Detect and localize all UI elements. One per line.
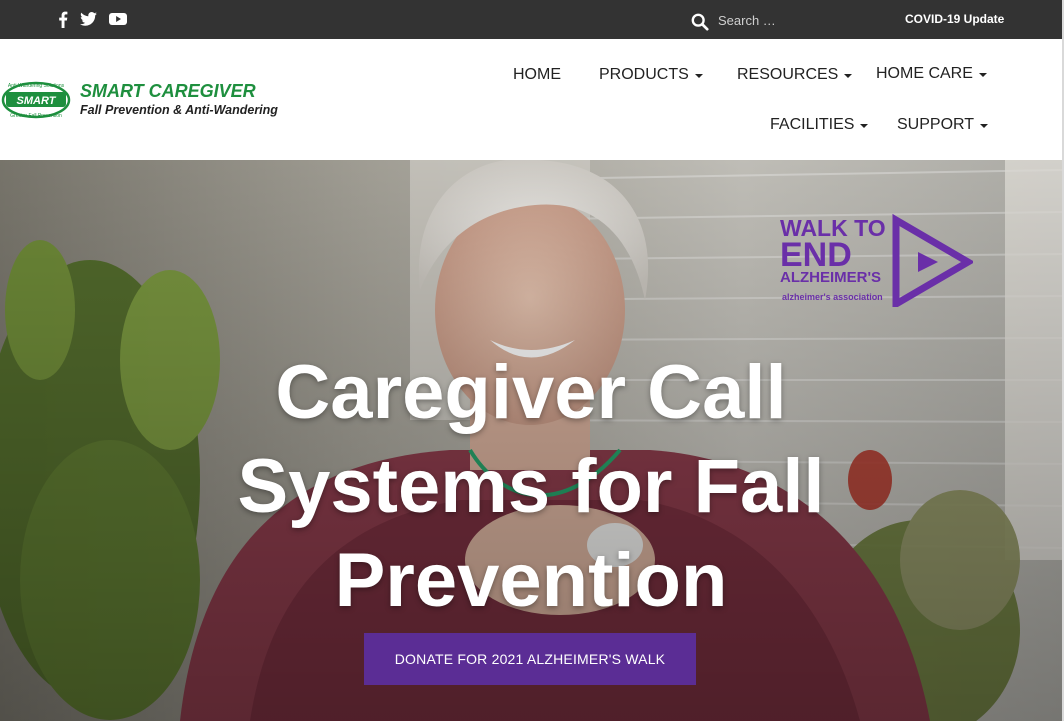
nav-products-label: PRODUCTS	[599, 66, 689, 83]
hero-title: Caregiver Call Systems for Fall Preventi…	[0, 346, 1062, 628]
logo-tagline: Fall Prevention & Anti-Wandering	[80, 103, 278, 117]
nav-resources-label: RESOURCES	[737, 66, 839, 83]
search-icon[interactable]	[690, 12, 710, 32]
search-input[interactable]	[718, 12, 868, 28]
nav-support[interactable]: SUPPORT	[897, 116, 989, 134]
logo-badge-top: Anti-Wandering Solutions	[8, 83, 65, 89]
logo-badge-center: SMART	[17, 95, 57, 107]
social-links	[58, 10, 127, 28]
donate-button[interactable]: DONATE FOR 2021 ALZHEIMER'S WALK	[364, 633, 696, 685]
caret-down-icon	[844, 74, 853, 78]
smart-caregiver-logo[interactable]: SMART Anti-Wandering Solutions Greater F…	[0, 79, 300, 123]
caret-down-icon	[694, 74, 703, 78]
nav-home-care[interactable]: HOME CARE	[876, 65, 987, 83]
site-header: SMART Anti-Wandering Solutions Greater F…	[0, 39, 1062, 160]
nav-facilities-label: FACILITIES	[770, 116, 855, 133]
nav-home-care-label: HOME CARE	[876, 65, 973, 82]
search-bar	[690, 8, 868, 32]
nav-resources[interactable]: RESOURCES	[737, 66, 853, 84]
caret-down-icon	[860, 124, 869, 128]
facebook-icon[interactable]	[58, 10, 68, 28]
hero-banner: WALK TO END ALZHEIMER'S alzheimer's asso…	[0, 160, 1062, 721]
hero-title-line: Caregiver Call	[275, 350, 787, 435]
walk-logo-line3: ALZHEIMER'S	[780, 269, 881, 286]
walk-to-end-alzheimers-logo[interactable]: WALK TO END ALZHEIMER'S alzheimer's asso…	[778, 212, 973, 307]
hero-title-line: Systems for Fall	[237, 444, 825, 529]
nav-home-label: HOME	[513, 66, 561, 83]
twitter-icon[interactable]	[80, 10, 97, 28]
logo-brand: SMART CAREGIVER	[80, 81, 256, 101]
caret-down-icon	[980, 124, 989, 128]
walk-logo-org: alzheimer's association	[782, 292, 883, 302]
nav-support-label: SUPPORT	[897, 116, 975, 133]
logo-badge-bottom: Greater Fall Prevention	[10, 113, 62, 119]
youtube-icon[interactable]	[109, 10, 127, 28]
top-bar: COVID-19 Update	[0, 0, 1064, 39]
nav-facilities[interactable]: FACILITIES	[770, 116, 869, 134]
nav-products[interactable]: PRODUCTS	[599, 66, 703, 84]
caret-down-icon	[978, 73, 987, 77]
nav-home[interactable]: HOME	[513, 66, 561, 84]
covid-update-link[interactable]: COVID-19 Update	[905, 12, 1004, 26]
hero-title-line: Prevention	[334, 538, 728, 623]
